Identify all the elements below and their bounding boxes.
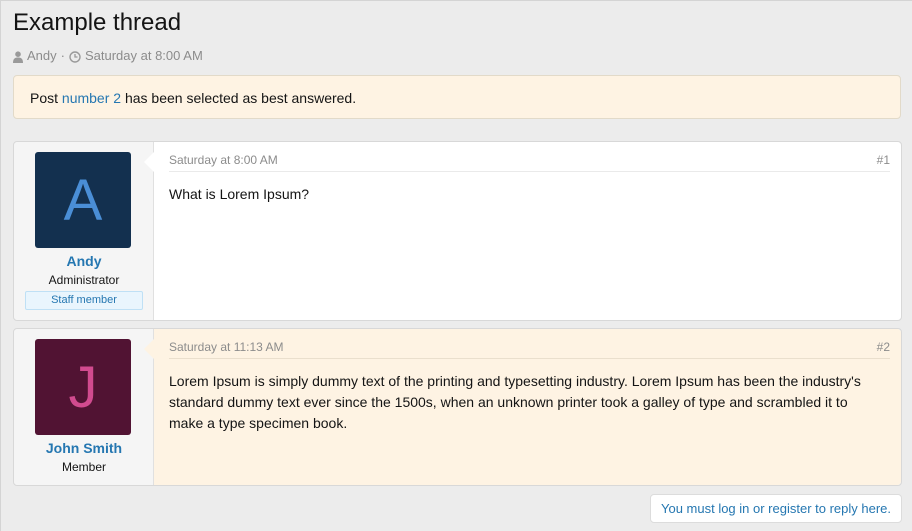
post-date-link[interactable]: Saturday at 8:00 AM — [169, 153, 278, 167]
thread-meta: Andy · Saturday at 8:00 AM — [13, 48, 203, 63]
post-user-info: A Andy Administrator Staff member — [14, 142, 154, 320]
post-body: Lorem Ipsum is simply dummy text of the … — [169, 373, 861, 431]
post-date-link[interactable]: Saturday at 11:13 AM — [169, 340, 284, 354]
user-icon — [13, 48, 23, 63]
clock-icon — [69, 48, 81, 63]
post-body: What is Lorem Ipsum? — [169, 186, 310, 202]
thread-title: Example thread — [13, 9, 182, 36]
notice-suffix: has been selected as best answered. — [121, 90, 357, 106]
post-arrow — [144, 152, 154, 172]
username-link[interactable]: Andy — [14, 253, 154, 269]
post-user-info: J John Smith Member — [14, 329, 154, 485]
thread-date-link[interactable]: Saturday at 8:00 AM — [85, 48, 203, 63]
avatar-initial: A — [63, 167, 103, 233]
post-content: Saturday at 8:00 AM #1 What is Lorem Ips… — [144, 142, 901, 320]
user-title: Member — [61, 460, 106, 474]
post: A Andy Administrator Staff member Saturd… — [13, 141, 902, 321]
post-arrow — [144, 339, 154, 359]
meta-separator: · — [60, 48, 65, 63]
best-answer-link[interactable]: number 2 — [62, 90, 121, 106]
best-answer-notice: Post number 2 has been selected as best … — [13, 75, 901, 119]
avatar-initial: J — [68, 354, 98, 420]
post-header-divider — [169, 171, 890, 172]
avatar[interactable]: A — [35, 152, 131, 248]
post-content: Saturday at 11:13 AM #2 Lorem Ipsum is s… — [144, 329, 901, 485]
notice-prefix: Post — [30, 90, 62, 106]
staff-badge: Staff member — [25, 291, 143, 310]
thread-author-link[interactable]: Andy — [27, 48, 57, 63]
avatar[interactable]: J — [35, 339, 131, 435]
post-header-divider — [169, 358, 890, 359]
username-link[interactable]: John Smith — [14, 440, 154, 456]
post-number-link[interactable]: #1 — [877, 153, 890, 167]
post-number-link[interactable]: #2 — [877, 340, 890, 354]
user-title: Administrator — [48, 273, 120, 287]
login-to-reply-link[interactable]: You must log in or register to reply her… — [650, 494, 902, 523]
post: J John Smith Member Saturday at 11:13 AM… — [13, 328, 902, 486]
